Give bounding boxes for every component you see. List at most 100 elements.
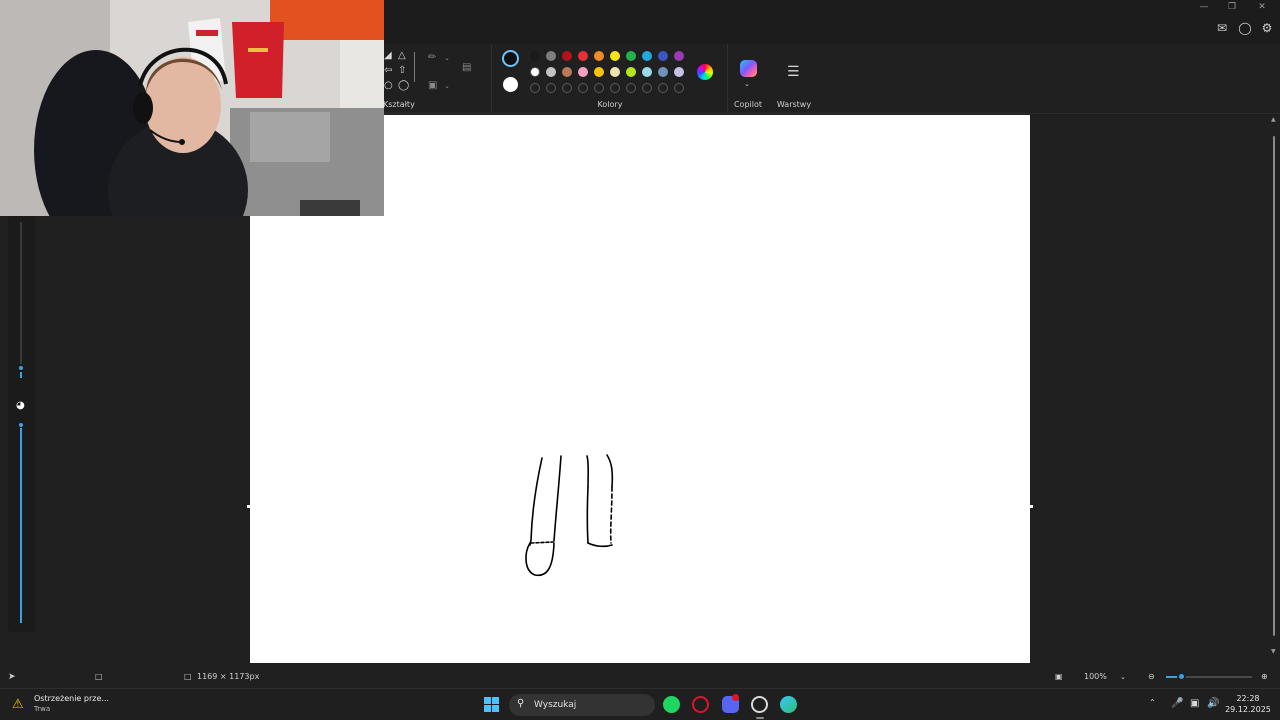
color-swatch[interactable] <box>578 67 588 77</box>
size-slider-knob[interactable] <box>17 364 25 372</box>
color-swatch[interactable] <box>674 67 684 77</box>
color-swatch[interactable] <box>546 67 556 77</box>
opera-icon[interactable] <box>692 696 709 713</box>
shape-speech-bubble-icon[interactable]: ◯ <box>398 80 409 92</box>
canvas-resize-handle-left[interactable] <box>247 505 250 508</box>
windows-start-icon[interactable] <box>484 697 500 713</box>
color-swatch[interactable] <box>530 51 540 61</box>
color-swatch[interactable] <box>594 51 604 61</box>
shapes-group-label: Kształty <box>383 100 415 109</box>
colors-group-label: Kolory <box>597 100 623 109</box>
primary-color-swatch[interactable] <box>502 50 519 67</box>
custom-color-slot[interactable] <box>578 83 588 93</box>
color-swatch[interactable] <box>610 51 620 61</box>
search-icon: ⚲ <box>517 698 525 709</box>
shape-triangle-icon[interactable]: △ <box>398 50 406 62</box>
color-swatch[interactable] <box>546 51 556 61</box>
size-slider-fill <box>20 372 22 378</box>
zoom-out-icon[interactable]: ⊖ <box>1148 671 1155 683</box>
custom-color-slot[interactable] <box>610 83 620 93</box>
scrollbar-thumb[interactable] <box>1273 136 1275 636</box>
paint-app-window: — ❐ ✕ ✉ ◯ ⚙ ◢ △ ⇦ ⇧ ○ ◯ ✏ ⌄ ▣ ⌄ ▤ Kształ… <box>0 0 1280 720</box>
shape-triangle-right-icon[interactable]: ◢ <box>384 50 392 62</box>
selection-size-icon: □ <box>95 672 103 681</box>
minimize-button[interactable]: — <box>1192 0 1216 14</box>
settings-gear-icon[interactable]: ⚙ <box>1259 20 1275 36</box>
copilot-label: Copilot <box>733 100 763 109</box>
spotify-icon[interactable] <box>663 696 680 713</box>
webcam-overlay <box>0 0 384 216</box>
color-swatch[interactable] <box>594 67 604 77</box>
paint-active-indicator <box>756 717 764 719</box>
shapes-scroll-indicator[interactable] <box>414 52 415 82</box>
color-swatch[interactable] <box>562 67 572 77</box>
vertical-scrollbar[interactable]: ▲ ▼ <box>1271 116 1276 655</box>
canvas-resize-handle-right[interactable] <box>1030 505 1033 508</box>
color-swatch[interactable] <box>530 67 540 77</box>
taskbar-search[interactable]: ⚲ Wyszukaj <box>509 694 655 716</box>
layers-icon[interactable]: ☰ <box>787 64 800 80</box>
zoom-dropdown-chevron-icon[interactable]: ⌄ <box>1120 671 1126 683</box>
volume-icon[interactable]: 🔊 <box>1207 698 1219 709</box>
outline-icon[interactable]: ✏ <box>428 52 436 64</box>
browser-icon[interactable] <box>780 696 797 713</box>
color-swatch[interactable] <box>578 51 588 61</box>
custom-color-slot[interactable] <box>674 83 684 93</box>
custom-color-slot[interactable] <box>642 83 652 93</box>
paint-app-icon[interactable] <box>751 696 768 713</box>
shape-callout-icon[interactable]: ○ <box>384 80 393 92</box>
status-bar: ➤ □ □ 1169 × 1173px ▣ 100% ⌄ ⊖ ⊕ <box>0 667 1280 687</box>
custom-color-slot[interactable] <box>546 83 556 93</box>
ribbon-divider <box>491 44 492 112</box>
microphone-icon[interactable]: 🎤 <box>1171 698 1183 709</box>
warning-icon: ⚠ <box>12 697 24 712</box>
share-icon[interactable]: ✉ <box>1214 20 1230 36</box>
clock-date: 29.12.2025 <box>1225 705 1271 714</box>
zoom-level-dropdown[interactable]: 100% <box>1084 671 1107 683</box>
copilot-chevron-icon[interactable]: ⌄ <box>744 78 750 90</box>
copilot-icon[interactable] <box>740 60 757 77</box>
cursor-position-icon: ➤ <box>8 672 16 682</box>
restore-button[interactable]: ❐ <box>1220 0 1244 14</box>
color-swatch[interactable] <box>626 51 636 61</box>
outline-chevron-icon[interactable]: ⌄ <box>444 52 450 64</box>
discord-badge <box>732 694 739 701</box>
account-icon[interactable]: ◯ <box>1237 20 1253 36</box>
custom-color-slot[interactable] <box>530 83 540 93</box>
color-swatch[interactable] <box>658 51 668 61</box>
windows-taskbar: ⚠ Ostrzeżenie prze... Trwa ⚲ Wyszukaj ⌃ … <box>0 688 1280 720</box>
tray-overflow-chevron-icon[interactable]: ⌃ <box>1149 698 1156 707</box>
canvas-size-icon: □ <box>184 672 192 681</box>
zoom-in-icon[interactable]: ⊕ <box>1261 671 1268 683</box>
zoom-slider-knob[interactable] <box>1177 672 1186 681</box>
scroll-up-arrow-icon[interactable]: ▲ <box>1271 116 1276 123</box>
custom-color-slot[interactable] <box>594 83 604 93</box>
stroke-size-icon[interactable]: ▤ <box>462 62 471 74</box>
custom-color-slot[interactable] <box>658 83 668 93</box>
color-swatch[interactable] <box>674 51 684 61</box>
opacity-drop-icon: ◕ <box>16 400 25 411</box>
taskbar-clock[interactable]: 22:28 29.12.2025 <box>1220 693 1276 715</box>
custom-color-slot[interactable] <box>626 83 636 93</box>
custom-color-slot[interactable] <box>562 83 572 93</box>
search-placeholder: Wyszukaj <box>534 700 577 710</box>
scroll-down-arrow-icon[interactable]: ▼ <box>1271 648 1276 655</box>
fill-icon[interactable]: ▣ <box>428 80 437 92</box>
close-button[interactable]: ✕ <box>1250 0 1274 14</box>
color-swatch[interactable] <box>642 51 652 61</box>
network-icon[interactable]: ▣ <box>1190 698 1199 709</box>
fit-to-window-icon[interactable]: ▣ <box>1055 671 1063 683</box>
secondary-color-swatch[interactable] <box>503 77 518 92</box>
size-slider-track[interactable] <box>20 222 22 372</box>
color-swatch[interactable] <box>642 67 652 77</box>
fill-chevron-icon[interactable]: ⌄ <box>444 80 450 92</box>
color-swatch[interactable] <box>626 67 636 77</box>
shape-arrow-up-icon[interactable]: ⇧ <box>398 65 406 77</box>
shape-arrow-left-icon[interactable]: ⇦ <box>384 65 392 77</box>
edit-colors-wheel-icon[interactable] <box>697 64 713 80</box>
color-swatch[interactable] <box>658 67 668 77</box>
color-swatch[interactable] <box>610 67 620 77</box>
canvas-size-text: 1169 × 1173px <box>197 672 260 681</box>
color-swatch[interactable] <box>562 51 572 61</box>
opacity-slider-fill[interactable] <box>20 428 22 623</box>
